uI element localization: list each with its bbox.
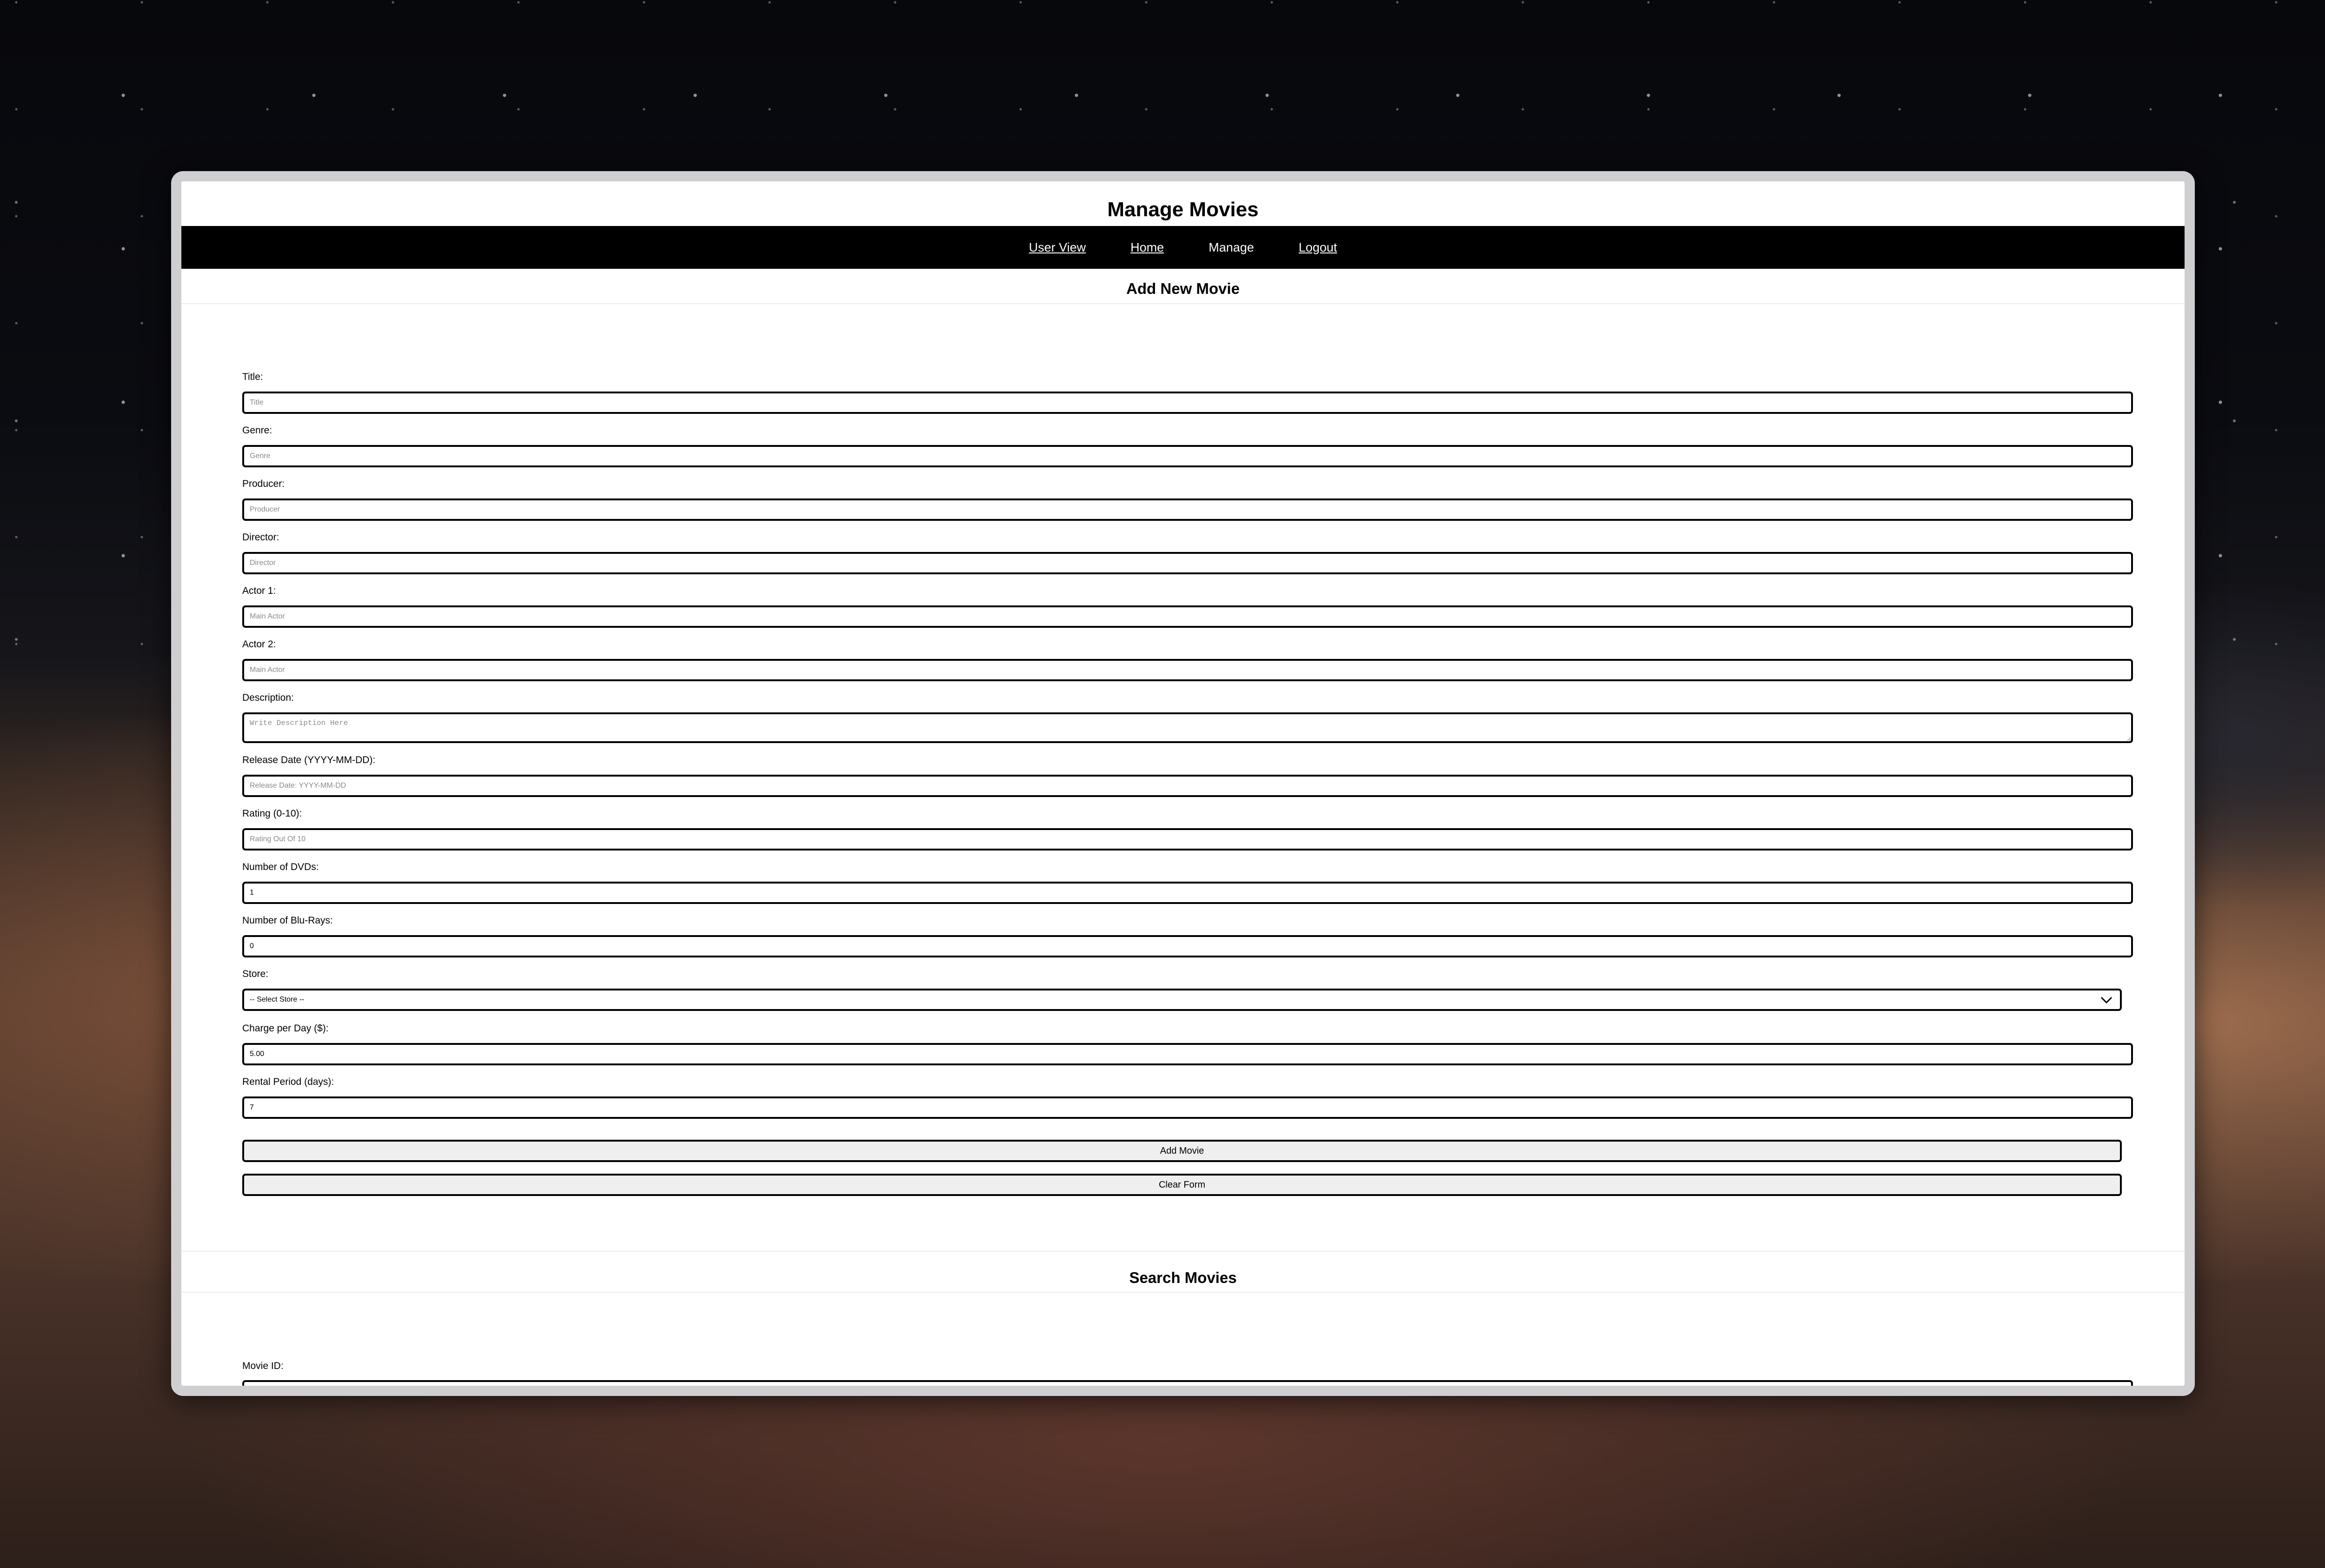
movie-id-label: Movie ID:	[242, 1361, 284, 1371]
section-divider	[181, 1251, 2185, 1252]
rating-label: Rating (0-10):	[242, 808, 302, 819]
actor2-input[interactable]	[242, 659, 2133, 681]
blurays-input[interactable]	[242, 935, 2133, 957]
actor2-label: Actor 2:	[242, 639, 276, 650]
clear-form-button[interactable]: Clear Form	[242, 1174, 2122, 1196]
director-label: Director:	[242, 532, 279, 543]
description-label: Description:	[242, 692, 294, 703]
release-date-label: Release Date (YYYY-MM-DD):	[242, 755, 376, 765]
section-divider	[181, 303, 2185, 304]
charge-input[interactable]	[242, 1043, 2133, 1065]
actor1-label: Actor 1:	[242, 585, 276, 596]
title-label: Title:	[242, 372, 263, 382]
search-movies-heading: Search Movies	[1129, 1269, 1237, 1286]
add-movie-button[interactable]: Add Movie	[242, 1140, 2122, 1162]
page-title: Manage Movies	[1107, 198, 1259, 221]
charge-label: Charge per Day ($):	[242, 1023, 329, 1034]
nav-home[interactable]: Home	[1130, 240, 1164, 255]
movie-id-input[interactable]	[242, 1380, 2133, 1386]
genre-input[interactable]	[242, 445, 2133, 467]
browser-window: Manage Movies User View Home Manage Logo…	[171, 171, 2195, 1396]
store-selected-value: -- Select Store --	[250, 996, 305, 1003]
nav-manage[interactable]: Manage	[1209, 240, 1254, 255]
store-label: Store:	[242, 969, 269, 979]
blurays-label: Number of Blu-Rays:	[242, 915, 333, 926]
chevron-down-icon	[2099, 992, 2114, 1008]
producer-input[interactable]	[242, 498, 2133, 521]
section-divider	[181, 1292, 2185, 1293]
description-textarea[interactable]	[242, 712, 2133, 743]
nav-user-view[interactable]: User View	[1029, 240, 1086, 255]
rental-period-input[interactable]	[242, 1096, 2133, 1119]
director-input[interactable]	[242, 552, 2133, 574]
producer-label: Producer:	[242, 478, 285, 489]
store-select[interactable]: -- Select Store --	[242, 989, 2122, 1011]
genre-label: Genre:	[242, 425, 272, 436]
manage-movies-page: Manage Movies User View Home Manage Logo…	[181, 181, 2185, 1386]
actor1-input[interactable]	[242, 605, 2133, 628]
rental-period-label: Rental Period (days):	[242, 1076, 334, 1087]
top-navbar: User View Home Manage Logout	[181, 226, 2185, 269]
nav-logout[interactable]: Logout	[1299, 240, 1337, 255]
add-movie-heading: Add New Movie	[1126, 280, 1240, 297]
release-date-input[interactable]	[242, 775, 2133, 797]
rating-input[interactable]	[242, 828, 2133, 850]
dvds-input[interactable]	[242, 882, 2133, 904]
title-input[interactable]	[242, 392, 2133, 414]
dvds-label: Number of DVDs:	[242, 862, 319, 872]
